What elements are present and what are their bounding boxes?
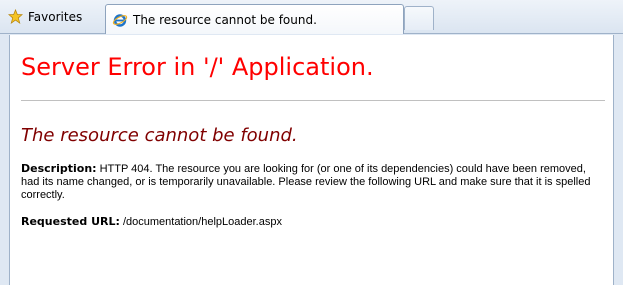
ie-icon [112,13,128,27]
tab-title: The resource cannot be found. [133,12,317,27]
error-subtitle: The resource cannot be found. [21,125,298,146]
favorites-label: Favorites [28,9,83,24]
tab-active[interactable]: The resource cannot be found. [105,4,404,34]
description-label: Description: [21,162,97,175]
description: Description: HTTP 404. The resource you … [21,162,601,202]
new-tab-button[interactable] [404,6,434,30]
requested-url-label: Requested URL: [21,215,120,228]
divider [21,100,605,101]
tab-bar: Favorites The resource cannot be found. [0,0,623,34]
page-title: Server Error in '/' Application. [21,53,374,81]
page-content: Server Error in '/' Application. The res… [9,35,614,285]
favorites-button[interactable]: Favorites [4,5,90,28]
requested-url-value: /documentation/helpLoader.aspx [122,216,282,228]
star-icon [8,9,23,24]
description-text: HTTP 404. The resource you are looking f… [21,163,591,201]
requested-url: Requested URL: /documentation/helpLoader… [21,215,601,229]
